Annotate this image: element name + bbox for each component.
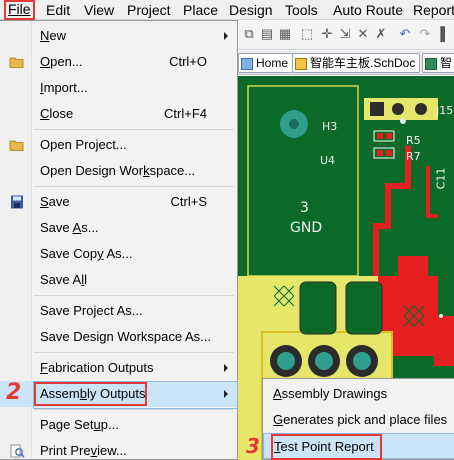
align-icon[interactable]: ⇲ (338, 27, 352, 41)
annotation-box-assembly (34, 382, 147, 406)
label-gnd: GND (290, 220, 323, 236)
menu-auto-route[interactable]: Auto Route (330, 1, 406, 19)
submenu-arrow-icon (224, 364, 228, 372)
menu-item-close-label: Close (40, 106, 74, 121)
menu-item-save-copy-as-label: Save Copy As... (40, 246, 133, 261)
menu-item-fabrication-outputs-label: Fabrication Outputs (40, 360, 154, 375)
copy-icon[interactable]: ⧉ (242, 27, 256, 41)
menu-item-close[interactable]: Close Ctrl+F4 (0, 101, 237, 127)
menu-file-mnemonic: File (8, 1, 31, 17)
menu-item-open-workspace-label: Open Design Workspace... (40, 163, 196, 178)
schematic-doc-icon (295, 57, 307, 70)
submenu-item-pick-place[interactable]: Generates pick and place files (263, 407, 454, 433)
submenu-arrow-icon (224, 390, 228, 398)
menu-tools[interactable]: Tools (282, 1, 321, 19)
menu-item-save-shortcut: Ctrl+S (170, 194, 207, 209)
document-tabs: Home 智能车主板.SchDoc 智 (238, 51, 454, 75)
menu-item-open-workspace[interactable]: Open Design Workspace... (0, 158, 237, 184)
menu-item-save-label: Save (40, 194, 70, 209)
open-project-icon (9, 140, 24, 151)
menu-separator (34, 186, 234, 187)
label-c11: C11 (434, 167, 448, 190)
assembly-outputs-submenu: Assembly Drawings Generates pick and pla… (262, 378, 454, 460)
menu-item-open-shortcut: Ctrl+O (169, 54, 207, 69)
undo-icon[interactable]: ↶ (398, 27, 412, 41)
annotation-step-2: 2 (6, 380, 22, 405)
tab-third[interactable]: 智 (422, 53, 454, 73)
menu-item-import-label: Import... (40, 80, 88, 95)
submenu-item-assembly-drawings[interactable]: Assembly Drawings (263, 381, 454, 407)
label-r7: R7 (406, 150, 421, 163)
menu-item-save-project-as[interactable]: Save Project As... (0, 298, 237, 324)
deselect-icon[interactable]: ✗ (374, 27, 388, 41)
menu-item-save-as-label: Save As... (40, 220, 99, 235)
label-3: 3 (300, 200, 309, 216)
menu-separator (34, 129, 234, 130)
menu-item-save-all-label: Save All (40, 272, 87, 287)
menu-design[interactable]: Design (226, 1, 276, 19)
save-icon (11, 195, 23, 209)
paste-icon[interactable]: ▤ (260, 27, 274, 41)
menu-separator (34, 409, 234, 410)
menu-view[interactable]: View (81, 1, 117, 19)
tab-home-label: Home (256, 56, 289, 70)
menu-project[interactable]: Project (124, 1, 174, 19)
toolbar: ⧉ ▤ ▦ ⬚ ✛ ⇲ ✕ ✗ ↶ ↷ ▌ (238, 20, 454, 50)
submenu-item-test-point-report[interactable]: Test Point Report (263, 433, 454, 460)
menu-item-page-setup[interactable]: Page Setup... (0, 412, 237, 438)
menu-item-save-project-as-label: Save Project As... (40, 303, 143, 318)
tab-schdoc[interactable]: 智能车主板.SchDoc (292, 53, 421, 73)
menu-item-open-project[interactable]: Open Project... (0, 132, 237, 158)
menu-item-open[interactable]: Open... Ctrl+O (0, 49, 237, 75)
open-folder-icon (9, 57, 24, 68)
menu-item-save-workspace-as[interactable]: Save Design Workspace As... (0, 324, 237, 350)
menu-item-page-setup-label: Page Setup... (40, 417, 119, 432)
menu-item-open-project-label: Open Project... (40, 137, 127, 152)
menu-item-close-shortcut: Ctrl+F4 (164, 106, 207, 121)
menu-item-print-preview-label: Print Preview... (40, 443, 127, 458)
annotation-box-test-point (271, 434, 382, 460)
menu-item-fabrication-outputs[interactable]: Fabrication Outputs (0, 355, 237, 381)
menu-bar: File Edit View Project Place Design Tool… (0, 0, 454, 20)
menu-item-open-label: Open... (40, 54, 83, 69)
submenu-arrow-icon (224, 32, 228, 40)
menu-edit[interactable]: Edit (43, 1, 73, 19)
menu-place[interactable]: Place (180, 1, 221, 19)
menu-item-save-as[interactable]: Save As... (0, 215, 237, 241)
menu-item-save-workspace-as-label: Save Design Workspace As... (40, 329, 212, 344)
submenu-item-pick-place-label: Generates pick and place files (273, 412, 448, 427)
select-area-icon[interactable]: ⬚ (300, 27, 314, 41)
pcb-doc-icon (425, 57, 437, 70)
paste-special-icon[interactable]: ▦ (278, 27, 292, 41)
redo-icon[interactable]: ↷ (418, 27, 432, 41)
menu-report[interactable]: Report (410, 1, 454, 19)
tab-home[interactable]: Home (238, 53, 294, 73)
menu-file[interactable]: File (4, 0, 35, 20)
tab-schdoc-label: 智能车主板.SchDoc (310, 56, 416, 70)
print-preview-icon (10, 444, 25, 458)
menu-item-print-preview[interactable]: Print Preview... (0, 438, 237, 460)
annotation-step-3: 3 (246, 434, 260, 458)
menu-item-save-all[interactable]: Save All (0, 267, 237, 293)
submenu-item-assembly-drawings-label: Assembly Drawings (273, 386, 388, 401)
menu-item-save[interactable]: Save Ctrl+S (0, 189, 237, 215)
move-icon[interactable]: ✛ (320, 27, 334, 41)
cross-probe-icon[interactable]: ✕ (356, 27, 370, 41)
menu-separator (34, 295, 234, 296)
tab-third-label: 智 (440, 56, 453, 70)
menu-item-new-label: New (40, 28, 67, 43)
menu-item-save-copy-as[interactable]: Save Copy As... (0, 241, 237, 267)
menu-separator (34, 352, 234, 353)
file-menu: New Open... Ctrl+O Import... Close Ctrl+… (0, 20, 238, 460)
toolbar-more-icon[interactable]: ▌ (438, 27, 452, 41)
label-r5: R5 (406, 134, 421, 147)
home-icon (241, 57, 253, 70)
menu-item-import[interactable]: Import... (0, 75, 237, 101)
label-h3: H3 (322, 120, 338, 133)
menu-item-new[interactable]: New (0, 23, 237, 49)
label-j15: J15 (436, 104, 454, 117)
label-u4: U4 (320, 154, 336, 167)
menu-item-assembly-outputs-label: Assembly Outputs (40, 386, 146, 401)
menu-item-assembly-outputs[interactable]: Assembly Outputs (0, 381, 238, 409)
